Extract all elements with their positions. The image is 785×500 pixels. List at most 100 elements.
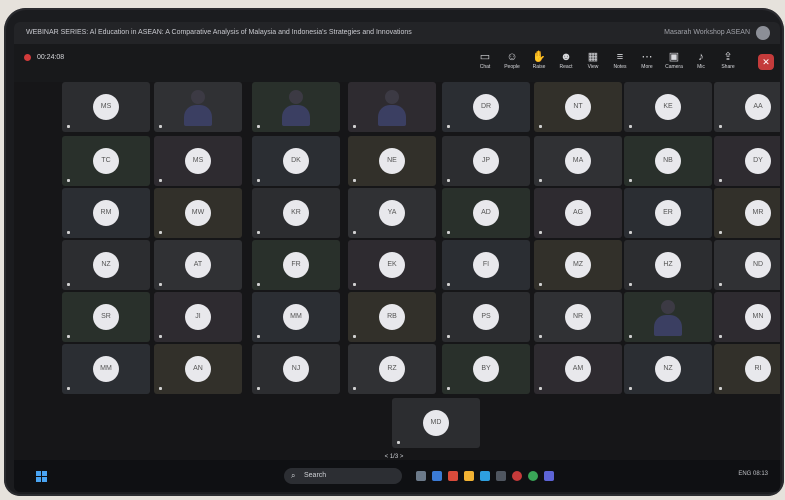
avatar[interactable] — [756, 26, 770, 40]
participant-tile[interactable] — [252, 82, 340, 132]
participant-avatar: MD — [423, 410, 449, 436]
participant-tile[interactable]: AG — [534, 188, 622, 238]
participant-tile[interactable]: AT — [154, 240, 242, 290]
app-icon[interactable] — [432, 471, 442, 481]
mic-muted-icon — [539, 231, 542, 234]
mic-muted-icon — [719, 387, 722, 390]
participant-avatar: NZ — [655, 356, 681, 382]
participant-tile[interactable]: MS — [62, 82, 150, 132]
raise-hand-button[interactable]: ✋ Raise — [526, 50, 552, 78]
participant-avatar: DR — [473, 94, 499, 120]
participant-tile[interactable]: DY — [714, 136, 780, 186]
participant-tile[interactable]: MM — [252, 292, 340, 342]
participant-tile[interactable]: MS — [154, 136, 242, 186]
taskview-icon[interactable] — [416, 471, 426, 481]
app-icon[interactable] — [496, 471, 506, 481]
mic-muted-icon — [539, 387, 542, 390]
participant-avatar: EK — [379, 252, 405, 278]
participant-tile[interactable]: ND — [714, 240, 780, 290]
participant-avatar: SR — [93, 304, 119, 330]
participant-avatar: MZ — [565, 252, 591, 278]
participant-tile[interactable]: NE — [348, 136, 436, 186]
mic-muted-icon — [629, 231, 632, 234]
share-button[interactable]: ⇪ Share — [715, 50, 741, 78]
participant-avatar: MS — [185, 148, 211, 174]
participant-tile[interactable]: AM — [534, 344, 622, 394]
participant-tile[interactable]: KR — [252, 188, 340, 238]
windows-start-icon[interactable] — [36, 471, 47, 482]
participant-tile[interactable]: MM — [62, 344, 150, 394]
participant-tile[interactable]: JP — [442, 136, 530, 186]
participant-avatar: RI — [745, 356, 771, 382]
share-icon: ⇪ — [723, 51, 733, 63]
participant-tile[interactable]: YA — [348, 188, 436, 238]
mic-muted-icon — [719, 125, 722, 128]
app-icon[interactable] — [448, 471, 458, 481]
participant-tile[interactable]: NJ — [252, 344, 340, 394]
participant-tile[interactable]: MD — [392, 398, 480, 448]
view-icon: ▦ — [587, 51, 599, 63]
participant-tile[interactable]: KE — [624, 82, 712, 132]
taskbar-search-box[interactable]: ⌕ Search — [284, 468, 402, 484]
react-button[interactable]: ☻ React — [553, 50, 579, 78]
participant-tile[interactable]: RI — [714, 344, 780, 394]
participant-tile[interactable]: HZ — [624, 240, 712, 290]
participant-tile[interactable]: RB — [348, 292, 436, 342]
more-button[interactable]: ⋯ More — [634, 50, 660, 78]
participant-tile[interactable]: PS — [442, 292, 530, 342]
mic-muted-icon — [539, 125, 542, 128]
mic-muted-icon — [629, 335, 632, 338]
participant-tile[interactable]: MR — [714, 188, 780, 238]
participant-tile[interactable]: NB — [624, 136, 712, 186]
participant-tile[interactable]: AA — [714, 82, 780, 132]
participant-tile[interactable] — [624, 292, 712, 342]
leave-button[interactable]: ✕ — [758, 54, 774, 70]
mic-muted-icon — [719, 283, 722, 286]
participant-tile[interactable] — [154, 82, 242, 132]
participant-tile[interactable]: AD — [442, 188, 530, 238]
participant-grid: MS DR NT KE AA TC MS DK NE JP MA NB DY RM MW KR YA AD AG ER… — [14, 82, 780, 452]
participant-tile[interactable]: AN — [154, 344, 242, 394]
participant-avatar: HZ — [655, 252, 681, 278]
participant-avatar: ER — [655, 200, 681, 226]
participant-tile[interactable]: FR — [252, 240, 340, 290]
participant-avatar: AA — [745, 94, 771, 120]
participant-avatar: MM — [93, 356, 119, 382]
participant-tile[interactable]: MW — [154, 188, 242, 238]
participant-tile[interactable]: DR — [442, 82, 530, 132]
participant-tile[interactable]: NZ — [624, 344, 712, 394]
app-icon[interactable] — [512, 471, 522, 481]
notes-button[interactable]: ≡ Notes — [607, 50, 633, 78]
participant-tile[interactable]: NT — [534, 82, 622, 132]
participant-tile[interactable] — [348, 82, 436, 132]
participant-tile[interactable]: ER — [624, 188, 712, 238]
participant-tile[interactable]: NR — [534, 292, 622, 342]
teams-icon[interactable] — [544, 471, 554, 481]
participant-tile[interactable]: MN — [714, 292, 780, 342]
participant-tile[interactable]: TC — [62, 136, 150, 186]
search-label: Search — [304, 472, 327, 479]
participant-tile[interactable]: NZ — [62, 240, 150, 290]
participant-tile[interactable]: JI — [154, 292, 242, 342]
participant-tile[interactable]: SR — [62, 292, 150, 342]
participant-tile[interactable]: FI — [442, 240, 530, 290]
people-button[interactable]: ☺ People — [499, 50, 525, 78]
participant-tile[interactable]: DK — [252, 136, 340, 186]
person-body — [282, 105, 310, 126]
participant-tile[interactable]: RM — [62, 188, 150, 238]
browser-icon[interactable] — [480, 471, 490, 481]
camera-button[interactable]: ▣ Camera — [661, 50, 687, 78]
folder-icon[interactable] — [464, 471, 474, 481]
chat-button[interactable]: ▭ Chat — [472, 50, 498, 78]
mic-muted-icon — [257, 335, 260, 338]
view-button[interactable]: ▦ View — [580, 50, 606, 78]
system-tray[interactable]: ENG 08:13 — [738, 471, 768, 477]
chrome-icon[interactable] — [528, 471, 538, 481]
participant-tile[interactable]: BY — [442, 344, 530, 394]
participant-tile[interactable]: RZ — [348, 344, 436, 394]
participant-tile[interactable]: MZ — [534, 240, 622, 290]
participant-tile[interactable]: EK — [348, 240, 436, 290]
mic-button[interactable]: ♪ Mic — [688, 50, 714, 78]
participant-avatar: BY — [473, 356, 499, 382]
participant-tile[interactable]: MA — [534, 136, 622, 186]
